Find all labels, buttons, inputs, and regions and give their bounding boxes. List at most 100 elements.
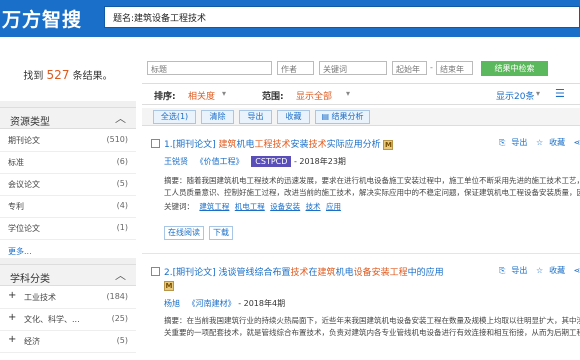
title-text: 机电: [335, 268, 354, 278]
abstract-line: 摘要：随着我国建筑机电工程技术的迅速发展，要求在进行机电设备施工安装过程中，施工…: [164, 176, 580, 185]
abstract-line: 工人员质量意识、控制好施工过程，改进当前的施工技术，解决实际应用中的不稳定问题，…: [164, 188, 580, 197]
facet-item-conference[interactable]: 会议论文 (5): [0, 174, 136, 196]
download-button[interactable]: 下载: [209, 226, 233, 240]
keywords-label: 关键词：: [164, 202, 194, 211]
chevron-down-icon[interactable]: ▾: [346, 89, 350, 98]
author-link[interactable]: 杨旭: [164, 299, 180, 308]
result-toolbar: 全选(1) 清除 导出 收藏 ▤ 结果分析: [142, 108, 580, 126]
search-within-results-button[interactable]: 结果中检索: [481, 61, 548, 76]
facet-count: (4): [116, 201, 128, 210]
m-icon: M: [383, 139, 394, 150]
keyword-filter-input[interactable]: 关键词: [319, 61, 387, 75]
facet-item-thesis[interactable]: 学位论文 (1): [0, 218, 136, 240]
main-search-input[interactable]: 题名:建筑设备工程技术: [104, 6, 580, 28]
facet-title: 学科分类: [10, 274, 50, 285]
keyword-link[interactable]: 技术: [306, 202, 321, 211]
facet-label: 文化、科学、...: [24, 315, 80, 324]
title-highlight: 安装: [371, 268, 390, 278]
result-favorite-link[interactable]: 收藏: [549, 138, 565, 147]
journal-link[interactable]: 《河南建材》: [188, 299, 236, 308]
range-select[interactable]: 显示全部: [296, 89, 332, 102]
title-filter-input[interactable]: 标题: [147, 61, 272, 75]
facet-label: 工业技术: [24, 293, 56, 302]
result-export-link[interactable]: 导出: [511, 266, 527, 275]
list-view-icon[interactable]: ☰: [555, 87, 565, 100]
facet-count: (510): [106, 135, 128, 144]
keyword-link[interactable]: 机电工程: [235, 202, 265, 211]
issue-year: - 2018年4期: [238, 299, 286, 308]
facet-header-subject[interactable]: 学科分类 ︿: [0, 264, 136, 286]
facet-item-patent[interactable]: 专利 (4): [0, 196, 136, 218]
journal-link[interactable]: 《价值工程》: [196, 157, 244, 166]
result-meta: 杨旭 《河南建材》 - 2018年4期: [164, 298, 285, 309]
share-icon[interactable]: ⋖: [574, 138, 580, 147]
year-range-dash: -: [430, 63, 433, 72]
facet-item-culture[interactable]: + 文化、科学、... (25): [0, 309, 136, 331]
chevron-up-icon[interactable]: ︿: [115, 267, 126, 283]
facet-count: (184): [106, 292, 128, 301]
keyword-link[interactable]: 应用: [326, 202, 341, 211]
export-button[interactable]: 导出: [239, 110, 272, 124]
expand-plus-icon[interactable]: +: [8, 312, 16, 323]
sort-select[interactable]: 相关度: [188, 89, 215, 102]
export-icon[interactable]: ⎘: [499, 138, 505, 147]
page-size-select[interactable]: 显示20条: [496, 89, 534, 102]
facet-header-resource-type[interactable]: 资源类型 ︿: [0, 107, 136, 129]
wanfang-logo[interactable]: 万方智搜: [2, 5, 82, 32]
star-icon[interactable]: ☆: [536, 266, 543, 275]
chevron-down-icon[interactable]: ▾: [222, 89, 226, 98]
author-link[interactable]: 王锐贤: [164, 157, 188, 166]
result-title[interactable]: 2.[期刊论文] 浅谈管线综合布置技术在建筑机电设备安装工程中的应用: [164, 265, 444, 278]
abstract-line: 摘要：在当前我国建筑行业的持续火热局面下，近些年来我国建筑机电设备安装工程在数量…: [164, 316, 580, 325]
favorite-button[interactable]: 收藏: [277, 110, 310, 124]
result-checkbox[interactable]: [151, 267, 160, 276]
share-icon[interactable]: ⋖: [574, 266, 580, 275]
result-analysis-button[interactable]: ▤ 结果分析: [315, 110, 370, 124]
result-checkbox[interactable]: [151, 139, 160, 148]
main-content: 标题 作者 关键词 起始年 - 结束年 结果中检索 排序: 相关度 ▾ 范围: …: [142, 37, 580, 360]
author-filter-input[interactable]: 作者: [277, 61, 314, 75]
clear-button[interactable]: 清除: [201, 110, 234, 124]
chevron-up-icon[interactable]: ︿: [115, 110, 126, 126]
title-text: 实际应用分析: [326, 140, 381, 150]
keywords: 关键词： 建筑工程 机电工程 设备安装 技术 应用: [164, 201, 341, 212]
result-count-number: 527: [46, 68, 70, 82]
result-count-suffix: 条结果。: [72, 71, 113, 82]
facet-label: 标准: [8, 158, 24, 167]
facet-title: 资源类型: [10, 117, 50, 128]
end-year-input[interactable]: 结束年: [436, 61, 473, 75]
result-favorite-link[interactable]: 收藏: [549, 266, 565, 275]
expand-plus-icon[interactable]: +: [8, 290, 16, 301]
facet-label: 期刊论文: [8, 136, 40, 145]
star-icon[interactable]: ☆: [536, 138, 543, 147]
title-text: 浅谈管线综合布置: [218, 268, 291, 278]
title-highlight: 建筑: [317, 268, 336, 278]
analysis-label: 结果分析: [331, 112, 364, 121]
select-all-button[interactable]: 全选(1): [153, 110, 196, 124]
keyword-link[interactable]: 设备安装: [270, 202, 300, 211]
facet-label: 经济: [24, 337, 40, 346]
title-highlight: 建筑: [218, 140, 237, 150]
result-title[interactable]: 1.[期刊论文] 建筑机电工程技术安装技术实际应用分析 M: [164, 137, 394, 150]
facet-label: 学位论文: [8, 224, 40, 233]
facet-item-industry[interactable]: + 工业技术 (184): [0, 287, 136, 309]
result-export-link[interactable]: 导出: [511, 138, 527, 147]
facet-item-economy[interactable]: + 经济 (5): [0, 331, 136, 353]
facet-count: (5): [116, 179, 128, 188]
export-icon[interactable]: ⎘: [499, 266, 505, 275]
start-year-input[interactable]: 起始年: [392, 61, 427, 75]
cstpcd-badge: CSTPCD: [251, 156, 292, 167]
title-highlight: 技术: [308, 140, 327, 150]
facet-item-journal[interactable]: 期刊论文 (510): [0, 130, 136, 152]
sort-bar: 排序: 相关度 ▾ 范围: 显示全部 ▾ 显示20条 ▾ ☰: [142, 83, 580, 105]
m-icon-row: M: [164, 281, 174, 291]
title-text: 安装: [290, 140, 309, 150]
chevron-down-icon[interactable]: ▾: [536, 89, 540, 98]
more-link[interactable]: 更多...: [8, 246, 32, 257]
expand-plus-icon[interactable]: +: [8, 334, 16, 345]
read-online-button[interactable]: 在线阅读: [164, 226, 204, 240]
issue-year: - 2018年23期: [293, 157, 346, 166]
m-icon: M: [164, 281, 174, 291]
facet-item-standard[interactable]: 标准 (6): [0, 152, 136, 174]
keyword-link[interactable]: 建筑工程: [199, 202, 229, 211]
